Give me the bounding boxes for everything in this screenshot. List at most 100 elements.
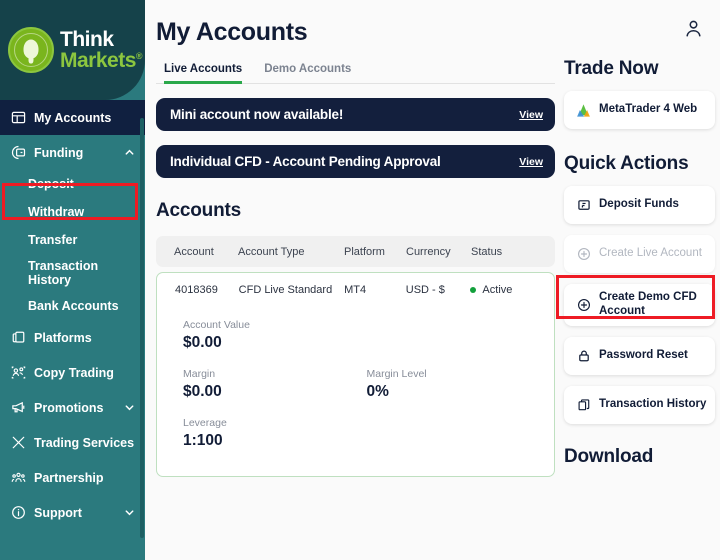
sidebar-item-label: My Accounts [34,110,112,125]
sidebar-item-funding[interactable]: Funding [0,135,145,170]
sidebar-item-partnership[interactable]: Partnership [0,460,145,495]
main-content: My Accounts Live Accounts Demo Accounts … [145,0,720,560]
brand-logo[interactable]: Think Markets® [0,0,145,100]
trade-now-metatrader4web-button[interactable]: MetaTrader 4 Web [564,91,715,129]
column-header-platform: Platform [344,245,385,258]
group-icon [10,470,26,486]
sidebar-subitem-transfer[interactable]: Transfer [0,226,145,254]
stat-value: $0.00 [183,383,222,400]
lightbulb-icon [8,27,54,73]
plus-circle-icon [576,297,591,312]
quick-action-password-reset-button[interactable]: Password Reset [564,336,715,375]
stat-label: Margin [183,368,216,380]
people-icon [10,365,26,381]
sidebar-item-label: Funding [34,145,84,160]
stat-label: Leverage [183,417,227,429]
stat-row-margin: Margin $0.00 Margin Level 0% [183,368,550,417]
cell-account-type: CFD Live Standard [238,284,333,296]
table-row[interactable]: 4018369 CFD Live Standard MT4 USD - $ Ac… [161,273,550,307]
table-header-row: Account Account Type Platform Currency S… [156,236,555,267]
account-tabs: Live Accounts Demo Accounts [156,63,555,84]
account-card[interactable]: 4018369 CFD Live Standard MT4 USD - $ Ac… [156,272,555,477]
banner-text: Mini account now available! [170,107,344,122]
trade-now-item-label: MetaTrader 4 Web [599,103,698,116]
stat-value: 1:100 [183,432,223,449]
info-icon [10,505,26,521]
stat-leverage: Leverage 1:100 [183,417,550,450]
accounts-section-title: Accounts [156,200,241,221]
chevron-down-icon[interactable] [124,402,135,413]
quick-action-create-demo-cfd-account-button[interactable]: Create Demo CFD Account [564,284,715,326]
tools-icon [10,435,26,451]
cell-account: 4018369 [175,284,218,296]
sidebar-subitem-bank-accounts[interactable]: Bank Accounts [0,292,145,320]
brand-name-line2: Markets® [60,49,143,72]
sidebar-subitem-transaction-history[interactable]: Transaction History [0,254,145,292]
documents-icon [576,397,591,412]
chevron-up-icon[interactable] [124,147,135,158]
stat-value: $0.00 [183,334,222,351]
column-header-status: Status [471,245,503,258]
column-header-currency: Currency [406,245,451,258]
stat-value: 0% [366,383,389,400]
quick-action-create-live-account-button[interactable]: Create Live Account [564,235,715,273]
sidebar-item-platforms[interactable]: Platforms [0,320,145,355]
sidebar-item-trading-services[interactable]: Trading Services [0,425,145,460]
sidebar-item-label: Trading Services [34,435,135,450]
trade-now-title: Trade Now [564,58,659,79]
stat-label: Margin Level [366,368,427,380]
status-dot-icon [470,287,477,293]
sidebar-scrollbar[interactable] [140,118,144,538]
sidepanel-column: Trade Now MetaTrader 4 Web Quick Actions [555,0,720,560]
sidebar-item-label: Partnership [34,470,104,485]
quick-action-label: Create Demo CFD Account [599,291,697,317]
cell-currency: USD - $ [405,284,445,296]
quick-action-label: Password Reset [599,348,688,361]
lock-icon [576,348,591,363]
stat-account-value: Account Value $0.00 [183,319,550,352]
banner-text: Individual CFD - Account Pending Approva… [170,154,441,169]
sidebar-subitem-label: Transaction History [28,259,99,287]
banner-pending-approval[interactable]: Individual CFD - Account Pending Approva… [156,145,555,178]
megaphone-icon [10,400,26,416]
sidebar-subitem-withdraw[interactable]: Withdraw [0,198,145,226]
brand-wordmark: Think Markets® [60,28,143,72]
status-label: Active [482,284,513,296]
tab-demo-accounts[interactable]: Demo Accounts [264,63,351,84]
quick-action-label: Deposit Funds [599,198,679,211]
banner-view-link[interactable]: View [511,109,543,121]
stat-margin-level: Margin Level 0% [367,368,551,401]
sidebar-item-label: Platforms [34,330,92,345]
accounts-table: Account Account Type Platform Currency S… [156,236,555,477]
user-icon[interactable] [683,18,704,39]
windows-icon [10,330,26,346]
quick-action-transaction-history-button[interactable]: Transaction History [564,385,715,424]
content-columns: My Accounts Live Accounts Demo Accounts … [145,0,720,560]
sidebar: Think Markets® My Accounts Funding Depos… [0,0,145,560]
chevron-down-icon[interactable] [124,507,135,518]
banner-mini-account[interactable]: Mini account now available! View [156,98,555,131]
sidebar-subitem-label: Transfer [28,232,78,247]
stat-margin: Margin $0.00 [183,368,367,401]
column-header-account-type: Account Type [238,245,305,258]
sidebar-subitem-deposit[interactable]: Deposit [0,170,145,198]
banner-view-link[interactable]: View [511,156,543,168]
status-badge: Active [470,284,550,296]
quick-action-label: Transaction History [599,397,707,410]
sidebar-item-my-accounts[interactable]: My Accounts [0,100,145,135]
tab-live-accounts[interactable]: Live Accounts [164,63,243,84]
column-header-account: Account [174,245,214,258]
sidebar-item-support[interactable]: Support [0,495,145,530]
brand-name-line1: Think [60,28,114,51]
download-title: Download [564,445,654,467]
topbar [145,0,720,56]
quick-action-label: Create Live Account [599,247,702,260]
sidebar-item-copy-trading[interactable]: Copy Trading [0,355,145,390]
grid-icon [10,110,26,126]
sidebar-item-label: Copy Trading [34,365,114,380]
sidebar-subitem-label: Withdraw [28,204,85,219]
sidebar-nav: My Accounts Funding Deposit Withdraw Tra… [0,100,145,530]
accounts-column: My Accounts Live Accounts Demo Accounts … [145,0,555,560]
sidebar-item-promotions[interactable]: Promotions [0,390,145,425]
quick-action-deposit-funds-button[interactable]: Deposit Funds [564,186,715,224]
